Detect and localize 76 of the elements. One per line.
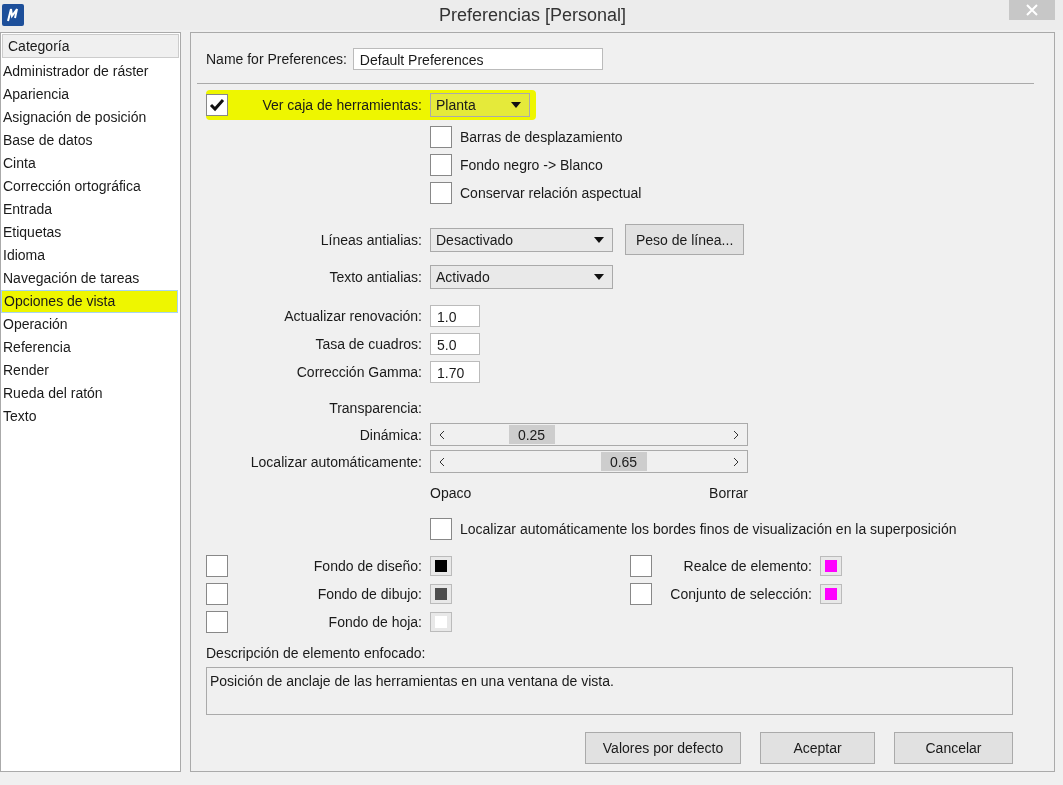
number-input-field[interactable]: 5.0 bbox=[430, 333, 480, 355]
caret-icon bbox=[594, 236, 604, 243]
category-item[interactable]: Texto bbox=[1, 405, 178, 428]
category-item[interactable]: Referencia bbox=[1, 336, 178, 359]
category-item[interactable]: Apariencia bbox=[1, 83, 178, 106]
description-label: Descripción de elemento enfocado: bbox=[206, 645, 427, 661]
checkbox-label: Barras de desplazamiento bbox=[460, 129, 623, 145]
category-item[interactable]: Idioma bbox=[1, 244, 178, 267]
dropdown[interactable]: Desactivado bbox=[430, 227, 613, 252]
dialog-button[interactable]: Aceptar bbox=[760, 732, 875, 764]
field-label: Fondo de hoja: bbox=[328, 614, 422, 630]
category-item[interactable]: Opciones de vista bbox=[1, 290, 178, 313]
field-label: Realce de elemento: bbox=[683, 558, 812, 574]
field-label: Corrección Gamma: bbox=[296, 364, 422, 380]
category-item[interactable]: Asignación de posición bbox=[1, 106, 178, 129]
category-item[interactable]: Render bbox=[1, 359, 178, 382]
checkbox[interactable] bbox=[206, 555, 228, 577]
app-logo-icon bbox=[2, 4, 24, 26]
slider-thumb[interactable]: 0.25 bbox=[508, 425, 555, 444]
number-input-field[interactable]: 1.0 bbox=[430, 305, 480, 327]
checkbox[interactable] bbox=[206, 583, 228, 605]
dropdown[interactable]: Activado bbox=[430, 265, 613, 289]
max-label: Borrar bbox=[709, 485, 748, 501]
field-label: Name for Preferences: bbox=[206, 51, 347, 67]
field-label: Ver caja de herramientas: bbox=[262, 97, 422, 113]
caret-icon bbox=[511, 102, 521, 108]
dialog-button[interactable]: Cancelar bbox=[894, 732, 1013, 764]
slider-thumb[interactable]: 0.65 bbox=[600, 452, 647, 471]
checkbox[interactable] bbox=[630, 583, 652, 605]
checkbox[interactable] bbox=[430, 126, 452, 148]
dialog-button[interactable]: Valores por defecto bbox=[585, 732, 741, 764]
category-item[interactable]: Operación bbox=[1, 313, 178, 336]
caret-icon bbox=[594, 274, 604, 280]
transparency-slider[interactable]: 0.25 bbox=[430, 423, 748, 446]
checkbox[interactable] bbox=[630, 555, 652, 577]
line-weight-button[interactable]: Peso de línea... bbox=[625, 224, 745, 255]
name-input-field[interactable]: Default Preferences bbox=[352, 48, 603, 70]
number-input-field[interactable]: 1.70 bbox=[430, 361, 480, 383]
field-label: Tasa de cuadros: bbox=[315, 336, 422, 352]
category-item[interactable]: Etiquetas bbox=[1, 221, 178, 244]
category-item[interactable]: Entrada bbox=[1, 198, 178, 221]
column-header: Categoría bbox=[2, 34, 179, 58]
category-item[interactable]: Cinta bbox=[1, 152, 178, 175]
color-swatch-button[interactable] bbox=[430, 556, 452, 576]
category-item[interactable]: Rueda del ratón bbox=[1, 382, 178, 405]
field-label: Actualizar renovación: bbox=[284, 308, 422, 324]
field-label: Líneas antialias: bbox=[320, 231, 422, 248]
checkbox[interactable] bbox=[206, 94, 228, 116]
category-item[interactable]: Administrador de ráster bbox=[1, 60, 178, 83]
checkbox-label: Fondo negro -> Blanco bbox=[460, 157, 603, 173]
checkbox[interactable] bbox=[430, 154, 452, 176]
min-label: Opaco bbox=[430, 485, 472, 501]
window-title: Preferencias [Personal] bbox=[438, 4, 627, 26]
field-label: Dinámica: bbox=[359, 426, 422, 443]
section-label: Transparencia: bbox=[329, 400, 422, 416]
checkbox-label: Conservar relación aspectual bbox=[460, 185, 642, 201]
category-item[interactable]: Corrección ortográfica bbox=[1, 175, 178, 198]
checkbox[interactable] bbox=[206, 611, 228, 633]
field-label: Fondo de dibujo: bbox=[317, 586, 422, 602]
toolbox-dropdown[interactable]: Planta bbox=[430, 93, 530, 117]
checkbox[interactable] bbox=[430, 518, 452, 540]
field-label: Localizar automáticamente: bbox=[250, 453, 422, 470]
field-label: Conjunto de selección: bbox=[670, 586, 812, 602]
category-item[interactable]: Navegación de tareas bbox=[1, 267, 178, 290]
color-swatch-button[interactable] bbox=[820, 584, 842, 604]
transparency-slider[interactable]: 0.65 bbox=[430, 450, 748, 473]
close-icon bbox=[1026, 4, 1038, 16]
field-label: Texto antialias: bbox=[329, 269, 422, 285]
checkbox[interactable] bbox=[430, 182, 452, 204]
checkbox-label: Localizar automáticamente los bordes finos de visualización en la superposición bbox=[460, 521, 957, 537]
description-box: Posición de anclaje de las herramientas en una ventana de vista. bbox=[206, 667, 1013, 715]
field-label: Fondo de diseño: bbox=[313, 558, 422, 574]
color-swatch-button[interactable] bbox=[430, 612, 452, 632]
color-swatch-button[interactable] bbox=[820, 556, 842, 576]
color-swatch-button[interactable] bbox=[430, 584, 452, 604]
category-item[interactable]: Base de datos bbox=[1, 129, 178, 152]
